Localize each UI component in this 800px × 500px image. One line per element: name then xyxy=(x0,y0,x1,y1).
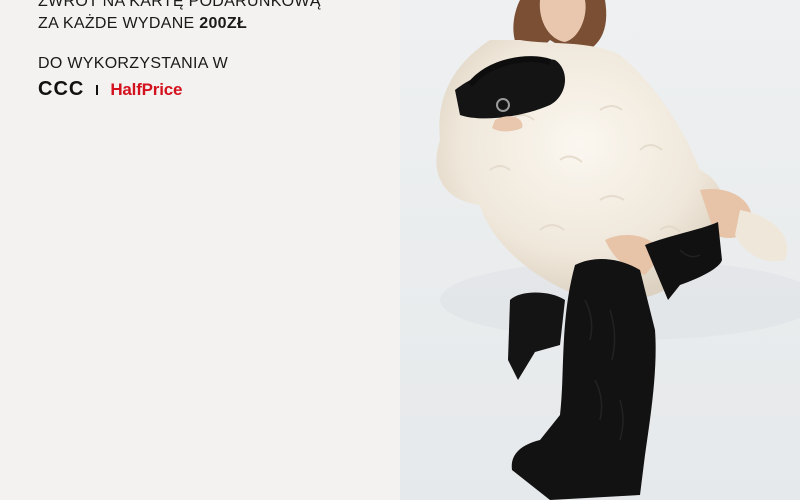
promo-text-panel: ZWROT NA KARTĘ PODARUNKOWĄ ZA KAŻDE WYDA… xyxy=(0,0,400,500)
spend-prefix: ZA KAŻDE WYDANE xyxy=(38,15,200,32)
promo-line-refund: ZWROT NA KARTĘ PODARUNKOWĄ xyxy=(38,0,321,10)
promo-line-usage: DO WYKORZYSTANIA W xyxy=(38,55,229,72)
promo-banner[interactable]: ZWROT NA KARTĘ PODARUNKOWĄ ZA KAŻDE WYDA… xyxy=(0,0,800,500)
model-illustration xyxy=(400,0,800,500)
promo-line-spend: ZA KAŻDE WYDANE 200ZŁ xyxy=(38,13,378,35)
promo-copy: ZWROT NA KARTĘ PODARUNKOWĄ ZA KAŻDE WYDA… xyxy=(38,0,378,101)
campaign-photo xyxy=(400,0,800,500)
spend-amount: 200ZŁ xyxy=(199,15,248,32)
brand-logos: CCC HalfPrice xyxy=(38,78,378,101)
halfprice-logo: HalfPrice xyxy=(110,79,183,99)
ccc-logo: CCC xyxy=(38,78,85,100)
brand-separator xyxy=(96,84,99,95)
